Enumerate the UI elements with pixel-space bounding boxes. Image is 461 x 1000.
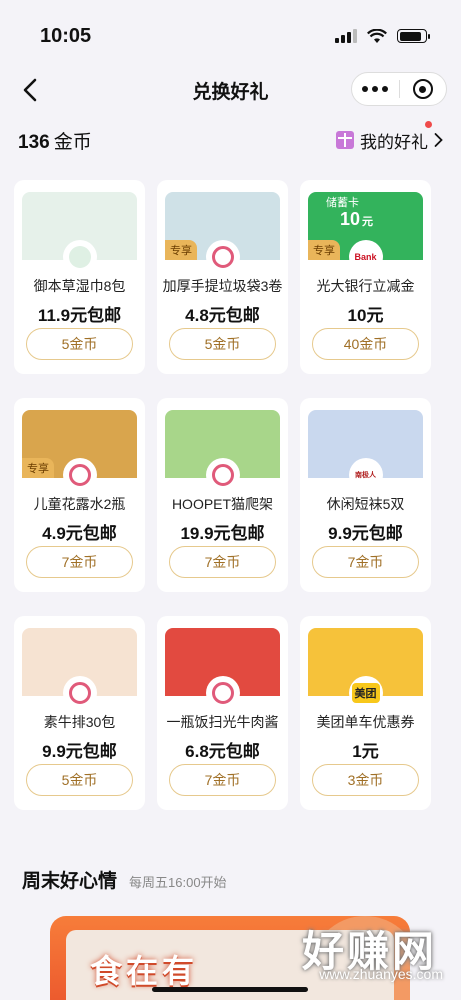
redeem-button[interactable]: 7金币: [26, 546, 133, 578]
app-logo-icon: [64, 460, 95, 490]
coin-balance: 136 金币: [18, 127, 92, 154]
chevron-right-icon: [434, 133, 443, 147]
section-header: 周末好心情 每周五16:00开始: [22, 866, 227, 893]
product-price: 10元: [347, 306, 384, 325]
signal-icon: [335, 29, 357, 43]
redeem-button[interactable]: 3金币: [312, 764, 419, 796]
redeem-button[interactable]: 7金币: [312, 546, 419, 578]
app-logo-icon: [64, 678, 95, 708]
product-name: 加厚手提垃圾袋3卷: [162, 278, 283, 294]
page-title: 兑换好礼: [192, 81, 269, 103]
notification-dot: [425, 120, 432, 128]
app-logo-icon: [207, 242, 238, 272]
redeem-button[interactable]: 5金币: [169, 328, 276, 360]
redeem-button[interactable]: 40金币: [312, 328, 419, 360]
product-price: 4.9元包邮: [42, 524, 117, 543]
product-card[interactable]: 御本草湿巾8包 11.9元包邮 5金币: [14, 180, 145, 374]
product-name: 光大银行立减金: [316, 278, 415, 294]
exclusive-tag: 专享: [22, 458, 54, 478]
coin-bar: 136 金币 我的好礼: [0, 120, 461, 154]
thumb-caption: 储蓄卡: [326, 197, 359, 209]
app-logo-icon: [207, 460, 238, 490]
product-price: 1元: [352, 742, 379, 761]
gift-icon: [336, 131, 354, 149]
product-grid: 御本草湿巾8包 11.9元包邮 5金币 专享 加厚手提垃圾袋3卷 4.8元包邮 5金币 储蓄卡…: [14, 180, 447, 810]
exclusive-tag: 专享: [308, 240, 340, 260]
product-card[interactable]: 美团美团单车优惠券 1元 3金币: [300, 616, 431, 810]
exclusive-tag: 专享: [165, 240, 197, 260]
close-mini-program-icon[interactable]: [400, 79, 447, 99]
app-logo-icon: [207, 678, 238, 708]
nav-bar: 兑换好礼: [0, 72, 461, 108]
redeem-button[interactable]: 7金币: [169, 546, 276, 578]
product-card[interactable]: 储蓄卡 10 元专享 Bank 光大银行立减金 10元 40金币: [300, 180, 431, 374]
product-price: 19.9元包邮: [180, 524, 265, 543]
home-indicator: [152, 987, 308, 992]
section-subtitle: 每周五16:00开始: [129, 875, 227, 890]
product-price: 4.8元包邮: [185, 306, 260, 325]
my-gifts-link[interactable]: 我的好礼: [336, 120, 443, 153]
meituan-logo: 美团: [350, 678, 381, 708]
brand-logo: [64, 242, 95, 272]
product-name: 御本草湿巾8包: [33, 278, 126, 294]
product-name: 美团单车优惠券: [316, 714, 415, 730]
product-name: 休闲短袜5双: [326, 496, 405, 512]
watermark-url: www.zhuanyes.com: [319, 966, 443, 982]
product-name: 一瓶饭扫光牛肉酱: [166, 714, 279, 730]
redeem-button[interactable]: 7金币: [169, 764, 276, 796]
product-price: 9.9元包邮: [42, 742, 117, 761]
thumb-amount: 10 元: [340, 209, 374, 229]
coin-unit: 金币: [53, 131, 92, 153]
product-card[interactable]: 专享加厚手提垃圾袋3卷 4.8元包邮 5金币: [157, 180, 288, 374]
back-icon[interactable]: [18, 76, 44, 104]
my-gifts-label: 我的好礼: [360, 132, 428, 152]
product-price: 9.9元包邮: [328, 524, 403, 543]
product-name: HOOPET猫爬架: [171, 496, 274, 512]
product-price: 11.9元包邮: [37, 306, 122, 325]
status-icons: [335, 28, 430, 44]
mini-program-capsule: [351, 72, 447, 106]
product-name: 儿童花露水2瓶: [33, 496, 126, 512]
product-card[interactable]: 南极人休闲短袜5双 9.9元包邮 7金币: [300, 398, 431, 592]
product-name: 素牛排30包: [43, 714, 116, 730]
section-title: 周末好心情: [22, 871, 118, 892]
more-icon[interactable]: [352, 86, 399, 92]
product-price: 6.8元包邮: [185, 742, 260, 761]
bank-logo: Bank: [350, 242, 381, 272]
battery-icon: [397, 29, 430, 43]
brand-logo: 南极人: [350, 460, 381, 490]
banner-text: 食在有: [90, 953, 199, 989]
product-card[interactable]: HOOPET猫爬架 19.9元包邮 7金币: [157, 398, 288, 592]
product-card[interactable]: 一瓶饭扫光牛肉酱 6.8元包邮 7金币: [157, 616, 288, 810]
redeem-button[interactable]: 5金币: [26, 764, 133, 796]
status-time: 10:05: [40, 24, 92, 47]
product-card[interactable]: 专享儿童花露水2瓶 4.9元包邮 7金币: [14, 398, 145, 592]
coin-count: 136: [18, 131, 50, 153]
wifi-icon: [367, 28, 387, 43]
redeem-button[interactable]: 5金币: [26, 328, 133, 360]
status-bar: 10:05: [0, 0, 461, 72]
product-card[interactable]: 素牛排30包 9.9元包邮 5金币: [14, 616, 145, 810]
